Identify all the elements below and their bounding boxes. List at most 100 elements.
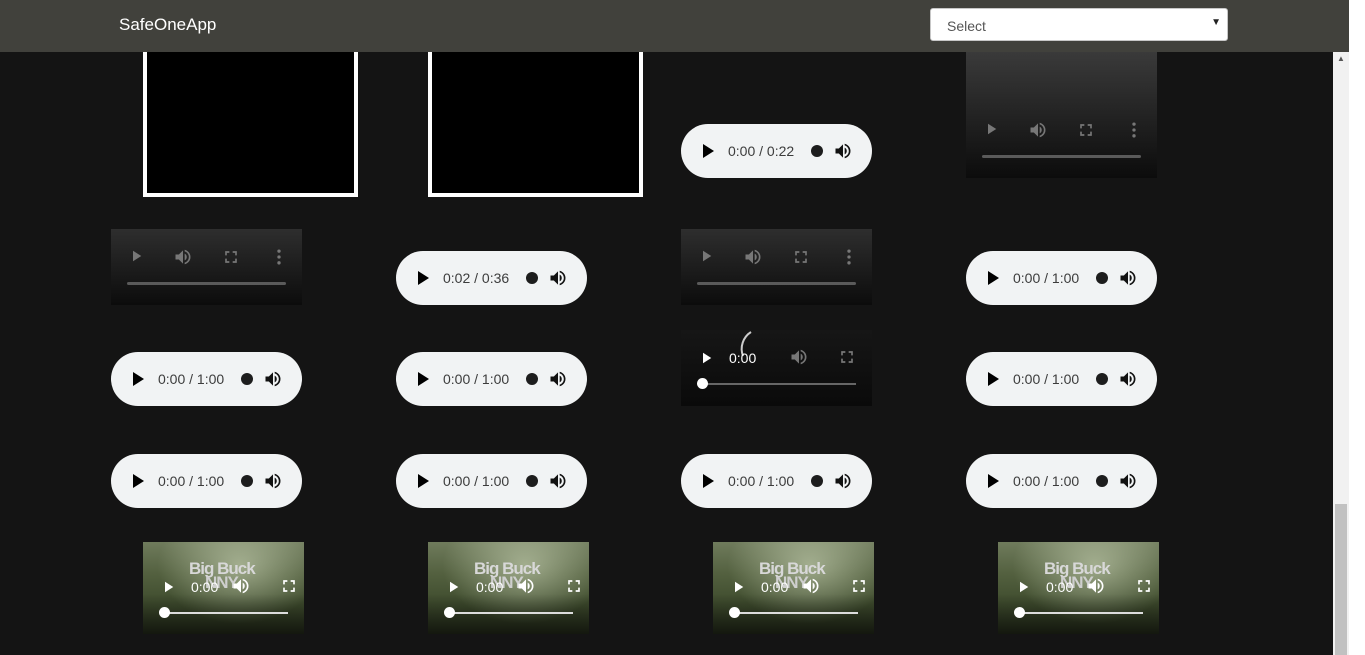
play-icon[interactable] (418, 372, 429, 386)
play-icon[interactable] (418, 271, 429, 285)
video-progress-bar[interactable] (127, 282, 286, 285)
progress-knob[interactable] (811, 475, 823, 487)
volume-icon[interactable] (548, 268, 568, 288)
progress-knob[interactable] (526, 373, 538, 385)
volume-icon[interactable] (263, 369, 283, 389)
more-options-icon[interactable] (1124, 120, 1144, 140)
play-icon[interactable] (703, 144, 714, 158)
video-player[interactable] (966, 52, 1157, 178)
audio-player[interactable]: 0:00 / 1:00 (396, 454, 587, 508)
play-icon[interactable] (127, 247, 145, 265)
audio-player[interactable]: 0:00 / 1:00 (681, 454, 872, 508)
progress-knob[interactable] (811, 145, 823, 157)
play-icon[interactable] (697, 349, 715, 367)
video-time: 0:00 (191, 579, 219, 595)
audio-player[interactable]: 0:00 / 1:00 (111, 352, 302, 406)
more-options-icon[interactable] (269, 247, 289, 267)
video-player-poster[interactable]: Big Buck NNY 0:00 (713, 542, 874, 634)
progress-knob[interactable] (241, 475, 253, 487)
video-player-black[interactable] (428, 52, 643, 197)
audio-player[interactable]: 0:00 / 1:00 (396, 352, 587, 406)
volume-icon[interactable] (263, 471, 283, 491)
audio-player[interactable]: 0:00 / 1:00 (966, 352, 1157, 406)
play-icon[interactable] (697, 247, 715, 265)
play-icon[interactable] (444, 578, 462, 596)
fullscreen-icon[interactable] (221, 247, 241, 267)
progress-knob[interactable] (241, 373, 253, 385)
audio-player[interactable]: 0:00 / 0:22 (681, 124, 872, 178)
video-player[interactable] (111, 229, 302, 305)
video-time: 0:00 (729, 350, 757, 366)
play-icon[interactable] (133, 372, 144, 386)
window-edge (1349, 0, 1365, 655)
progress-knob[interactable] (526, 272, 538, 284)
play-icon[interactable] (988, 271, 999, 285)
volume-icon[interactable] (231, 576, 251, 596)
video-player-black[interactable] (143, 52, 358, 197)
scrollbar-thumb[interactable] (1335, 504, 1347, 655)
play-icon[interactable] (982, 120, 1000, 138)
play-icon[interactable] (729, 578, 747, 596)
progress-knob[interactable] (1096, 475, 1108, 487)
fullscreen-icon[interactable] (849, 576, 869, 596)
fullscreen-icon[interactable] (279, 576, 299, 596)
volume-icon[interactable] (743, 247, 763, 267)
video-player-poster[interactable]: Big Buck NNY 0:00 (143, 542, 304, 634)
audio-player[interactable]: 0:00 / 1:00 (966, 251, 1157, 305)
volume-icon[interactable] (548, 369, 568, 389)
video-progress-bar[interactable] (1020, 612, 1143, 614)
audio-player[interactable]: 0:00 / 1:00 (966, 454, 1157, 508)
audio-player[interactable]: 0:02 / 0:36 (396, 251, 587, 305)
video-player-poster[interactable]: Big Buck NNY 0:00 (998, 542, 1159, 634)
video-progress-bar[interactable] (450, 612, 573, 614)
fullscreen-icon[interactable] (1076, 120, 1096, 140)
volume-icon[interactable] (1028, 120, 1048, 140)
volume-icon[interactable] (833, 141, 853, 161)
progress-knob[interactable] (1096, 272, 1108, 284)
volume-icon[interactable] (1118, 369, 1138, 389)
progress-knob[interactable] (159, 607, 170, 618)
audio-player[interactable]: 0:00 / 1:00 (111, 454, 302, 508)
video-progress-bar[interactable] (697, 282, 856, 285)
volume-icon[interactable] (1118, 268, 1138, 288)
fullscreen-icon[interactable] (564, 576, 584, 596)
progress-knob[interactable] (526, 475, 538, 487)
video-progress-bar[interactable] (701, 383, 856, 385)
volume-icon[interactable] (801, 576, 821, 596)
video-progress-bar[interactable] (735, 612, 858, 614)
video-progress-bar[interactable] (165, 612, 288, 614)
play-icon[interactable] (988, 372, 999, 386)
volume-icon[interactable] (833, 471, 853, 491)
play-icon[interactable] (988, 474, 999, 488)
video-player[interactable] (681, 229, 872, 305)
fullscreen-icon[interactable] (837, 347, 857, 367)
volume-icon[interactable] (1118, 471, 1138, 491)
volume-icon[interactable] (789, 347, 809, 367)
vertical-scrollbar[interactable]: ▲ (1333, 52, 1349, 655)
select-dropdown[interactable]: Select ▼ (930, 8, 1228, 41)
play-icon[interactable] (159, 578, 177, 596)
audio-time: 0:00 / 0:22 (728, 143, 795, 159)
play-icon[interactable] (703, 474, 714, 488)
video-player-poster[interactable]: Big Buck NNY 0:00 (428, 542, 589, 634)
play-icon[interactable] (1014, 578, 1032, 596)
volume-icon[interactable] (173, 247, 193, 267)
play-icon[interactable] (133, 474, 144, 488)
volume-icon[interactable] (548, 471, 568, 491)
progress-knob[interactable] (1096, 373, 1108, 385)
progress-knob[interactable] (1014, 607, 1025, 618)
volume-icon[interactable] (1086, 576, 1106, 596)
video-player-loading[interactable]: 0:00 (681, 330, 872, 406)
progress-knob[interactable] (729, 607, 740, 618)
video-progress-bar[interactable] (982, 155, 1141, 158)
app-brand[interactable]: SafeOneApp (119, 15, 216, 35)
progress-knob[interactable] (697, 378, 708, 389)
fullscreen-icon[interactable] (1134, 576, 1154, 596)
fullscreen-icon[interactable] (791, 247, 811, 267)
more-options-icon[interactable] (839, 247, 859, 267)
scroll-up-icon[interactable]: ▲ (1337, 54, 1345, 63)
video-time: 0:00 (761, 579, 789, 595)
progress-knob[interactable] (444, 607, 455, 618)
volume-icon[interactable] (516, 576, 536, 596)
play-icon[interactable] (418, 474, 429, 488)
